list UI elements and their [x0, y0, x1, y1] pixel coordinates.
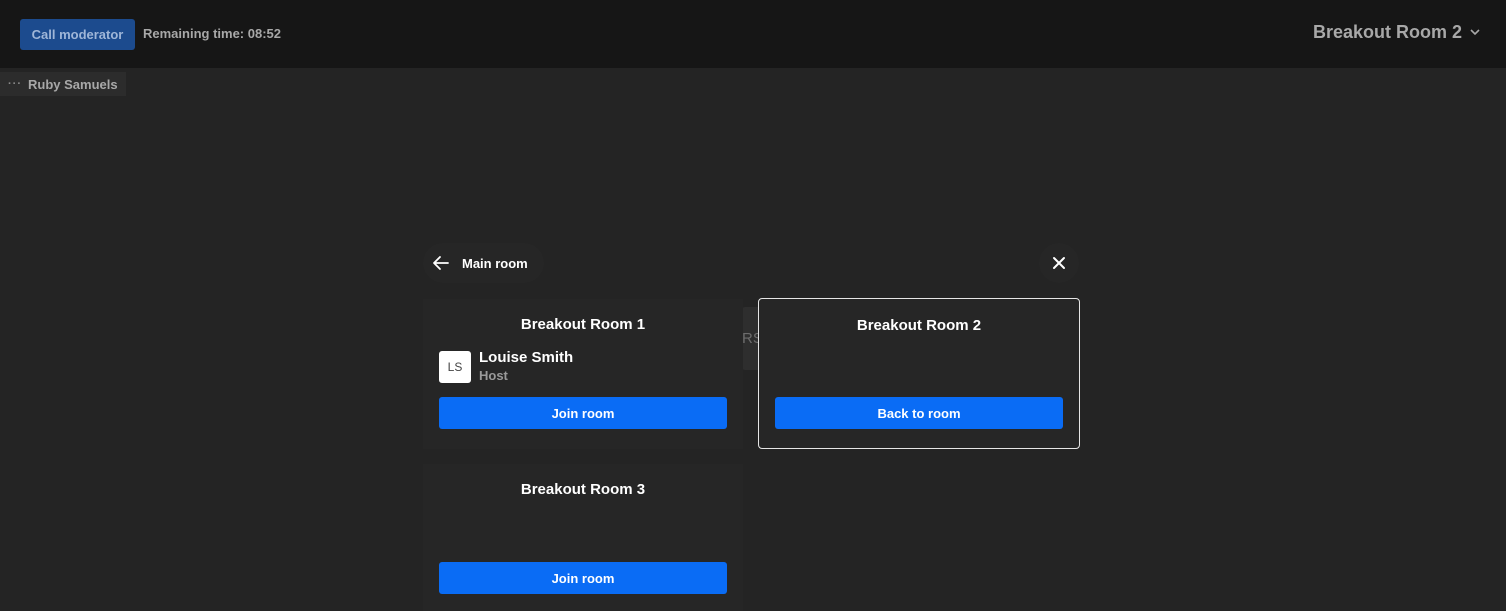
arrow-left-icon — [432, 255, 450, 271]
participant-name: Ruby Samuels — [28, 76, 118, 92]
more-dots-icon[interactable]: ··· — [8, 78, 22, 90]
participant-name-tag: ··· Ruby Samuels — [0, 72, 126, 96]
room-switcher[interactable]: Breakout Room 2 — [1313, 22, 1480, 43]
top-bar: Call moderator Remaining time: 08:52 Bre… — [0, 0, 1506, 68]
close-icon — [1052, 256, 1066, 270]
back-to-room-button[interactable]: Back to room — [775, 397, 1063, 429]
join-room-button[interactable]: Join room — [439, 397, 727, 429]
current-room-label: Breakout Room 2 — [1312, 22, 1462, 42]
chevron-down-icon — [1470, 29, 1480, 36]
remaining-time-label: Remaining time: 08:52 — [143, 26, 281, 41]
breakout-room-card-current: Breakout Room 2 Back to room — [758, 298, 1080, 449]
close-panel-button[interactable] — [1039, 243, 1079, 283]
avatar: LS — [439, 351, 471, 383]
member-role: Host — [479, 368, 508, 383]
back-to-main-room-button[interactable]: Main room — [423, 243, 544, 283]
breakout-room-card: Breakout Room 3 Join room — [423, 464, 743, 611]
meeting-page: Call moderator Remaining time: 08:52 Bre… — [0, 0, 1506, 611]
breakout-room-card: Breakout Room 1 LS Louise Smith Host Joi… — [423, 299, 743, 449]
back-label: Main room — [462, 255, 528, 271]
room-title: Breakout Room 2 — [856, 317, 982, 334]
room-title: Breakout Room 3 — [520, 481, 646, 498]
join-room-button[interactable]: Join room — [439, 562, 727, 594]
room-title: Breakout Room 1 — [520, 316, 646, 333]
call-moderator-button[interactable]: Call moderator — [20, 19, 135, 50]
member-name: Louise Smith — [479, 349, 574, 366]
room-member: LS Louise Smith Host — [439, 349, 573, 385]
